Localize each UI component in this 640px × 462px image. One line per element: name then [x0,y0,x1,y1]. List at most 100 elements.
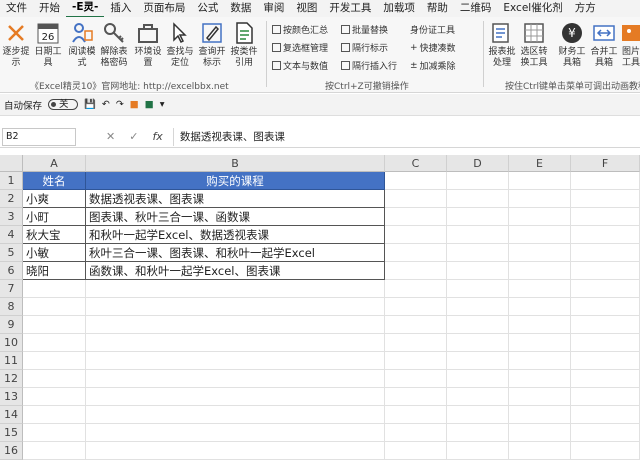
col-header-b[interactable]: B [86,155,385,172]
cell-c2[interactable] [385,190,447,208]
cell-b13[interactable] [86,388,385,406]
col-header-c[interactable]: C [385,155,447,172]
tab-formulas[interactable]: 公式 [191,0,224,17]
cell-e3[interactable] [509,208,571,226]
cell-a13[interactable] [23,388,86,406]
cell-a7[interactable] [23,280,86,298]
cell-d5[interactable] [447,244,509,262]
cell-c16[interactable] [385,442,447,460]
cell-d10[interactable] [447,334,509,352]
cell-f3[interactable] [571,208,640,226]
row-header[interactable]: 14 [0,406,23,424]
tab-addins[interactable]: 加载项 [377,0,421,17]
cell-c3[interactable] [385,208,447,226]
tab-review[interactable]: 审阅 [257,0,290,17]
row-header[interactable]: 5 [0,244,23,262]
tab-fangfang[interactable]: 方方 [569,0,602,17]
cell-b14[interactable] [86,406,385,424]
cell-e12[interactable] [509,370,571,388]
tab-e-ling[interactable]: -E灵- [66,0,105,18]
cell-b3[interactable]: 图表课、秋叶三合一课、函数课 [86,208,385,226]
tab-view[interactable]: 视图 [290,0,323,17]
cell-b12[interactable] [86,370,385,388]
cell-c6[interactable] [385,262,447,280]
row-header[interactable]: 3 [0,208,23,226]
cell-c1[interactable] [385,172,447,190]
cell-b5[interactable]: 秋叶三合一课、图表课、和秋叶一起学Excel [86,244,385,262]
cell-a1[interactable]: 姓名 [23,172,86,190]
col-header-e[interactable]: E [509,155,571,172]
cell-a5[interactable]: 小敏 [23,244,86,262]
cell-b16[interactable] [86,442,385,460]
color-summary-button[interactable]: 按颜色汇总 [272,23,328,36]
col-header-f[interactable]: F [571,155,640,172]
cell-a15[interactable] [23,424,86,442]
checkbox-manage-button[interactable]: 复选框管理 [272,41,328,54]
cell-e16[interactable] [509,442,571,460]
formula-input[interactable]: 数据透视表课、图表课 [172,127,640,146]
row-header[interactable]: 15 [0,424,23,442]
cell-f11[interactable] [571,352,640,370]
cell-d6[interactable] [447,262,509,280]
row-header[interactable]: 2 [0,190,23,208]
cell-f5[interactable] [571,244,640,262]
tab-page-layout[interactable]: 页面布局 [137,0,191,17]
text-number-button[interactable]: 文本与数值 [272,59,328,72]
row-header[interactable]: 9 [0,316,23,334]
cell-f8[interactable] [571,298,640,316]
tab-home[interactable]: 开始 [33,0,66,17]
cell-b7[interactable] [86,280,385,298]
selection-convert-button[interactable]: 选区转换工具 [520,21,548,69]
quick-sum-button[interactable]: + 快捷凑数 [410,41,456,55]
name-box[interactable]: B2 [2,127,76,146]
cell-c11[interactable] [385,352,447,370]
cell-f15[interactable] [571,424,640,442]
row-mark-button[interactable]: 隔行标示 [341,41,388,54]
cell-e9[interactable] [509,316,571,334]
tab-excel-catalyst[interactable]: Excel催化剂 [497,0,568,17]
cell-f14[interactable] [571,406,640,424]
cell-e4[interactable] [509,226,571,244]
row-header[interactable]: 8 [0,298,23,316]
cell-f9[interactable] [571,316,640,334]
row-header[interactable]: 4 [0,226,23,244]
redo-icon[interactable]: ↷ [116,99,124,110]
autosave-toggle[interactable]: 关 [48,99,79,110]
cell-c15[interactable] [385,424,447,442]
cell-e15[interactable] [509,424,571,442]
step-hint-button[interactable]: 逐步提示 [2,21,30,69]
date-tools-button[interactable]: 26 日期工具 [34,21,62,69]
cell-e14[interactable] [509,406,571,424]
cell-a11[interactable] [23,352,86,370]
cell-e8[interactable] [509,298,571,316]
cell-c7[interactable] [385,280,447,298]
class-reference-button[interactable]: 按类件引用 [230,21,258,69]
cell-f2[interactable] [571,190,640,208]
col-header-d[interactable]: D [447,155,509,172]
cell-c4[interactable] [385,226,447,244]
cell-c10[interactable] [385,334,447,352]
cell-d11[interactable] [447,352,509,370]
finance-tools-button[interactable]: ¥ 财务工具箱 [558,21,586,69]
arithmetic-button[interactable]: ± 加减乘除 [410,59,456,73]
cell-e2[interactable] [509,190,571,208]
cell-f12[interactable] [571,370,640,388]
merge-tools-button[interactable]: 合并工具箱 [590,21,618,69]
cell-b9[interactable] [86,316,385,334]
cell-d12[interactable] [447,370,509,388]
id-card-tools-button[interactable]: 身份证工具 [410,23,455,36]
cell-f6[interactable] [571,262,640,280]
tab-file[interactable]: 文件 [0,0,33,17]
cell-f16[interactable] [571,442,640,460]
batch-replace-button[interactable]: 批量替换 [341,23,388,36]
row-header[interactable]: 6 [0,262,23,280]
tab-help[interactable]: 帮助 [421,0,454,17]
cell-b15[interactable] [86,424,385,442]
save-icon[interactable]: 💾 [84,99,96,110]
cell-e7[interactable] [509,280,571,298]
office-icon[interactable]: ■ [130,99,139,110]
cell-a8[interactable] [23,298,86,316]
cell-a2[interactable]: 小爽 [23,190,86,208]
cell-c12[interactable] [385,370,447,388]
find-locate-button[interactable]: 查找与定位 [166,21,194,69]
